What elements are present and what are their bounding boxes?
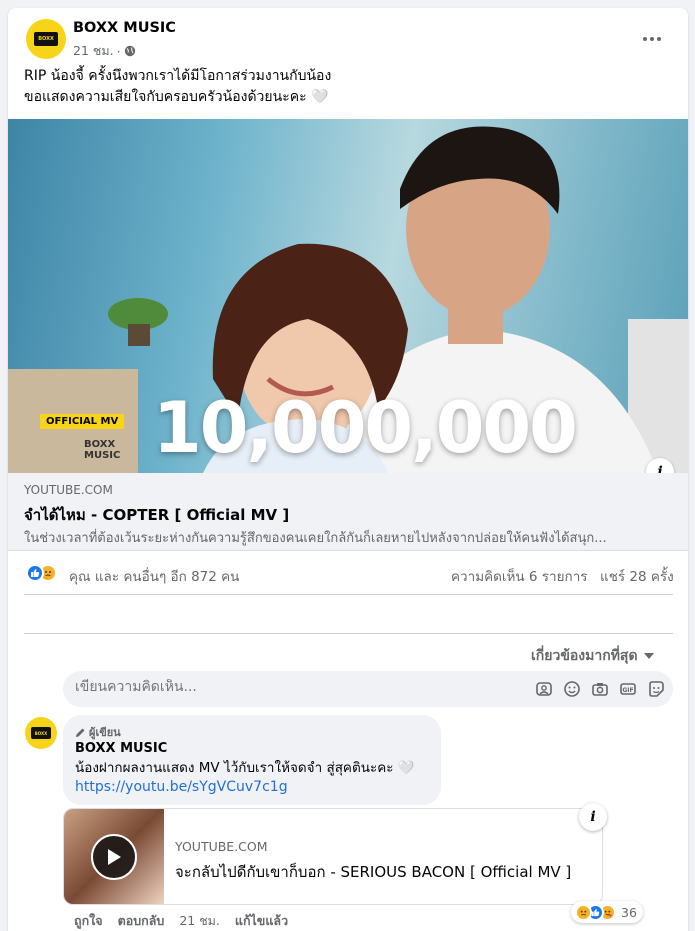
caret-down-icon xyxy=(643,653,654,659)
meta-separator: · xyxy=(116,43,121,59)
author-badge: ผู้เขียน xyxy=(75,723,121,741)
camera-icon[interactable] xyxy=(591,680,609,698)
info-icon: i xyxy=(657,464,663,473)
comment-author-name[interactable]: BOXX MUSIC xyxy=(75,741,167,756)
preview-info-button[interactable]: i xyxy=(579,803,607,831)
comment-sort-label: เกี่ยวข้องมากที่สุด xyxy=(531,648,638,664)
sad-reaction-icon xyxy=(575,903,592,921)
globe-icon xyxy=(124,45,135,57)
svg-text:GIF: GIF xyxy=(622,687,633,694)
page-name[interactable]: BOXX MUSIC xyxy=(73,20,176,36)
boxx-logo: BOXX xyxy=(34,32,58,46)
author-badge-label: ผู้เขียน xyxy=(89,726,121,739)
comment-actions: ถูกใจ ตอบกลับ 21 ชม. แก้ไขแล้ว xyxy=(74,911,288,931)
hero-brand-line-2: MUSIC xyxy=(84,450,121,461)
comment-reply-button[interactable]: ตอบกลับ xyxy=(118,911,165,931)
comment-like-button[interactable]: ถูกใจ xyxy=(74,911,103,931)
avatar-sticker-icon[interactable] xyxy=(535,680,553,698)
play-icon xyxy=(108,849,121,865)
official-mv-badge: OFFICIAL MV xyxy=(40,414,125,429)
page-avatar[interactable]: BOXX xyxy=(26,19,66,59)
post-text: RIP น้องจี้ ครั้งนึงพวกเราได้มีโอกาสร่วม… xyxy=(24,66,331,108)
comment-reaction-count: 36 xyxy=(621,904,637,920)
actions-divider xyxy=(24,633,673,634)
gif-icon[interactable]: GIF xyxy=(619,680,637,698)
post-text-line-1: RIP น้องจี้ ครั้งนึงพวกเราได้มีโอกาสร่วม… xyxy=(24,68,332,84)
comment-bubble: ผู้เขียน BOXX MUSIC น้องฝากผลงานแสดง MV … xyxy=(63,715,441,805)
link-domain: YOUTUBE.COM xyxy=(24,483,113,497)
shares-count[interactable]: แชร์ 28 ครั้ง xyxy=(600,565,674,587)
comment-author-avatar[interactable]: BOXX xyxy=(25,717,57,749)
pencil-icon xyxy=(76,728,85,737)
more-options-button[interactable] xyxy=(642,28,662,47)
link-description: ในช่วงเวลาที่ต้องเว้นระยะห่างกันความรู้ส… xyxy=(24,531,607,546)
like-reaction-icon xyxy=(26,564,44,582)
link-bar[interactable]: YOUTUBE.COM จำได้ไหม - COPTER [ Official… xyxy=(8,473,688,551)
comments-count[interactable]: ความคิดเห็น 6 รายการ xyxy=(451,565,588,587)
preview-domain: YOUTUBE.COM xyxy=(175,839,268,854)
comment-composer[interactable]: GIF xyxy=(63,671,673,707)
comment-reactions[interactable]: 36 xyxy=(571,901,643,923)
comment-link[interactable]: https://youtu.be/sYgVCuv7c1g xyxy=(75,779,288,795)
comment-link-preview[interactable]: YOUTUBE.COM จะกลับไปดีกับเขาก็บอก - SERI… xyxy=(63,808,603,905)
view-count-overlay: 10,000,000 xyxy=(153,387,578,469)
sticker-icon[interactable] xyxy=(647,680,665,698)
link-image[interactable]: OFFICIAL MV BOXX MUSIC 10,000,000 i xyxy=(8,119,688,473)
post-card: BOXX BOXX MUSIC 21 ชม. · RIP น้องจี้ ครั… xyxy=(8,8,688,931)
comment-text: น้องฝากผลงานแสดง MV ไว้กับเราให้จดจำ สู่… xyxy=(75,760,415,776)
boxx-logo-small: BOXX xyxy=(31,727,51,739)
preview-title: จะกลับไปดีกับเขาก็บอก - SERIOUS BACON [ … xyxy=(175,863,572,881)
composer-tools: GIF xyxy=(535,680,665,698)
link-title[interactable]: จำได้ไหม - COPTER [ Official MV ] xyxy=(24,503,289,527)
info-icon: i xyxy=(590,809,596,825)
comment-input[interactable] xyxy=(75,679,515,695)
emoji-icon[interactable] xyxy=(563,680,581,698)
post-meta: 21 ชม. · xyxy=(73,41,136,61)
hero-brand: BOXX MUSIC xyxy=(48,439,120,461)
reaction-icons[interactable] xyxy=(26,564,66,582)
reactions-summary[interactable]: คุณ และ คนอื่นๆ อีก 872 คน xyxy=(69,565,239,587)
play-button[interactable] xyxy=(91,834,137,880)
comment-time[interactable]: 21 ชม. xyxy=(179,911,220,931)
more-dots-icon xyxy=(643,37,661,41)
comment-edited-label[interactable]: แก้ไขแล้ว xyxy=(235,911,288,931)
preview-thumbnail xyxy=(64,809,164,904)
post-time[interactable]: 21 ชม. xyxy=(73,41,114,61)
comment-sort-button[interactable]: เกี่ยวข้องมากที่สุด xyxy=(531,645,654,667)
post-text-line-2: ขอแสดงความเสียใจกับครอบครัวน้องด้วยนะคะ … xyxy=(24,89,329,105)
stats-divider xyxy=(24,594,673,595)
hero-brand-line-1: BOXX xyxy=(84,439,116,450)
